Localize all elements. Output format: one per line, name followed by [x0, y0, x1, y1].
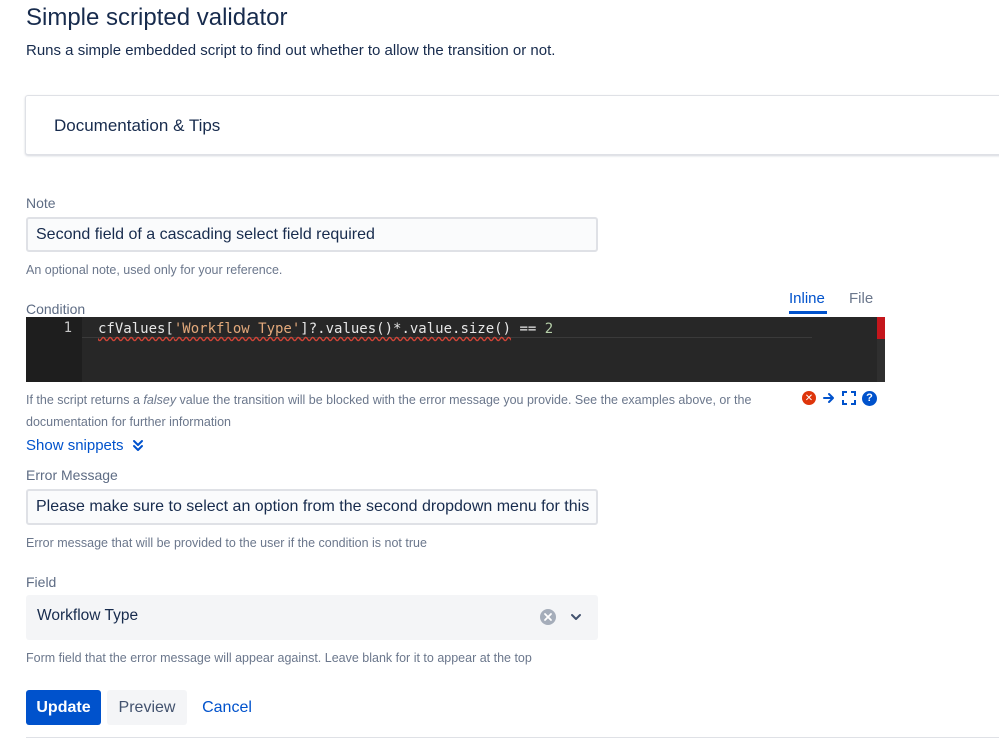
divider	[26, 737, 999, 738]
editor-gutter: 1	[26, 317, 82, 382]
documentation-panel[interactable]: Documentation & Tips	[25, 95, 999, 155]
help-icon[interactable]: ?	[862, 390, 877, 406]
note-help-text: An optional note, used only for your ref…	[26, 263, 283, 277]
active-tab-indicator	[789, 311, 827, 314]
condition-tabs: Inline File	[789, 289, 884, 317]
field-label: Field	[26, 574, 57, 590]
condition-help-emphasis: falsey	[143, 393, 177, 407]
condition-help-before: If the script returns a	[26, 393, 144, 407]
show-snippets-link[interactable]: Show snippets	[26, 436, 144, 456]
note-label: Note	[26, 195, 56, 211]
fullscreen-icon[interactable]	[842, 391, 856, 405]
code-error-span: cfValues['Workflow Type']?.values()*.val…	[98, 321, 511, 337]
note-input-value: Second field of a cascading select field…	[36, 225, 375, 243]
error-icon[interactable]: ✕	[802, 391, 816, 405]
field-select[interactable]: Workflow Type	[26, 595, 598, 640]
error-marker	[877, 317, 885, 339]
code-token: cfValues[	[98, 321, 174, 337]
double-chevron-down-icon	[132, 440, 143, 452]
code-token: ]?.values()*.value.size()	[300, 321, 512, 337]
tab-file[interactable]: File	[849, 289, 873, 309]
clear-icon[interactable]	[540, 609, 556, 625]
error-message-input-value: Please make sure to select an option fro…	[36, 498, 590, 515]
error-message-label: Error Message	[26, 467, 118, 483]
condition-label: Condition	[26, 301, 86, 317]
code-line[interactable]: cfValues['Workflow Type']?.values()*.val…	[98, 320, 553, 338]
line-number: 1	[63, 320, 72, 336]
note-input[interactable]: Second field of a cascading select field…	[26, 217, 598, 252]
error-message-help-text: Error message that will be provided to t…	[26, 536, 427, 550]
code-string-token: 'Workflow Type'	[173, 321, 301, 337]
field-select-value: Workflow Type	[37, 607, 139, 624]
chevron-down-icon[interactable]	[568, 609, 584, 625]
field-help-text: Form field that the error message will a…	[26, 651, 532, 665]
tab-inline[interactable]: Inline	[789, 289, 825, 309]
condition-help-text: If the script returns a falsey value the…	[26, 389, 786, 433]
editor-scrollbar[interactable]	[877, 317, 885, 382]
code-operator-token: ==	[511, 321, 545, 337]
page-title: Simple scripted validator	[26, 4, 288, 31]
editor-toolbar: ✕ ?	[802, 389, 886, 407]
show-snippets-label: Show snippets	[26, 437, 124, 454]
preview-button[interactable]: Preview	[107, 690, 187, 725]
page-description: Runs a simple embedded script to find ou…	[26, 42, 556, 59]
code-number-token: 2	[544, 321, 554, 337]
arrow-right-icon[interactable]	[822, 391, 836, 405]
cancel-button[interactable]: Cancel	[196, 690, 258, 725]
error-message-input[interactable]: Please make sure to select an option fro…	[26, 489, 598, 525]
code-editor[interactable]: 1 cfValues['Workflow Type']?.values()*.v…	[26, 317, 885, 382]
update-button[interactable]: Update	[26, 690, 101, 725]
documentation-panel-label: Documentation & Tips	[54, 116, 221, 135]
